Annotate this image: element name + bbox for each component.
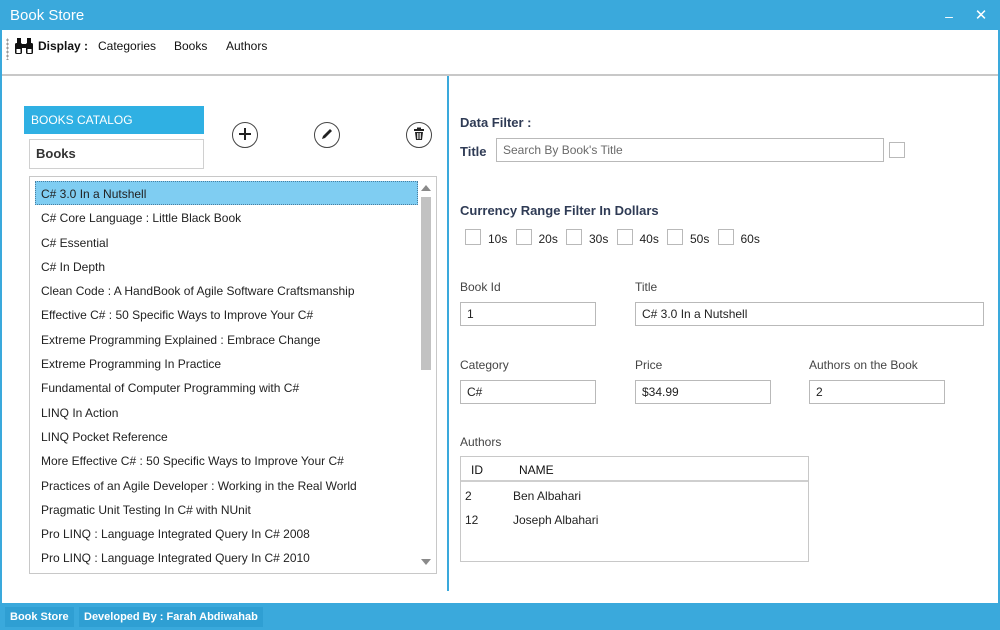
- list-item[interactable]: LINQ Pocket Reference: [35, 424, 418, 448]
- list-item[interactable]: More Effective C# : 50 Specific Ways to …: [35, 448, 418, 472]
- delete-book-button[interactable]: [406, 122, 432, 148]
- authors-link[interactable]: Authors: [226, 39, 267, 53]
- currency-filter-title: Currency Range Filter In Dollars: [460, 203, 659, 218]
- list-item[interactable]: Pro LINQ : Language Integrated Query In …: [35, 521, 418, 545]
- range-checkbox-10s[interactable]: [465, 229, 481, 245]
- range-label-30s: 30s: [589, 232, 609, 246]
- scroll-up-icon[interactable]: [421, 185, 431, 191]
- range-checkbox-20s[interactable]: [515, 229, 532, 245]
- status-bar: Book Store Developed By : Farah Abdiwaha…: [2, 603, 998, 628]
- add-icon: [238, 127, 252, 144]
- authors-table[interactable]: ID NAME 2 Ben Albahari 12 Joseph Albahar…: [460, 456, 809, 562]
- books-catalog-panel: BOOKS CATALOG Books C# 3.0 In a Nutshell…: [4, 76, 449, 591]
- books-label: Books: [29, 139, 204, 169]
- range-checkbox-30s[interactable]: [566, 229, 582, 245]
- status-app-name: Book Store: [5, 607, 74, 627]
- categories-link[interactable]: Categories: [98, 39, 156, 53]
- minimize-button[interactable]: –: [938, 6, 960, 26]
- app-window: Book Store – ✕ Display : Categories Book…: [0, 0, 1000, 630]
- close-button[interactable]: ✕: [970, 6, 992, 26]
- authors-count-label: Authors on the Book: [809, 358, 918, 372]
- list-item[interactable]: Fundamental of Computer Programming with…: [35, 375, 418, 399]
- display-label: Display :: [38, 39, 89, 53]
- books-list[interactable]: C# 3.0 In a Nutshell C# Core Language : L…: [29, 176, 437, 574]
- author-id-cell: 2: [465, 489, 472, 503]
- catalog-header: BOOKS CATALOG: [24, 106, 204, 134]
- edit-book-button[interactable]: [314, 122, 340, 148]
- scroll-down-icon[interactable]: [421, 559, 431, 565]
- title-filter-label: Title: [460, 144, 487, 159]
- list-item[interactable]: C# Essential: [35, 230, 418, 254]
- list-item[interactable]: Extreme Programming In Practice: [35, 351, 418, 375]
- range-label-20s: 20s: [538, 232, 558, 246]
- books-link[interactable]: Books: [174, 39, 207, 53]
- range-label-10s: 10s: [488, 232, 508, 246]
- price-field[interactable]: [635, 380, 771, 404]
- id-column-header[interactable]: ID: [471, 463, 483, 477]
- authors-count-field[interactable]: [809, 380, 945, 404]
- title-bar[interactable]: Book Store – ✕: [2, 2, 998, 30]
- author-name-cell: Joseph Albahari: [513, 513, 599, 527]
- window-title: Book Store: [10, 7, 85, 24]
- list-item[interactable]: Practices of an Agile Developer : Workin…: [35, 473, 418, 497]
- binoculars-icon: [14, 37, 34, 55]
- list-item[interactable]: Pro LINQ : Language Integrated Query In …: [35, 545, 418, 569]
- range-label-60s: 60s: [740, 232, 760, 246]
- book-id-field[interactable]: [460, 302, 596, 326]
- list-item[interactable]: Extreme Programming Explained : Embrace …: [35, 327, 418, 351]
- authors-label: Authors: [460, 435, 502, 449]
- book-id-label: Book Id: [460, 280, 501, 294]
- title-field[interactable]: [635, 302, 984, 326]
- table-row[interactable]: 2 Ben Albahari: [461, 484, 808, 508]
- status-developer: Developed By : Farah Abdiwahab: [79, 607, 263, 627]
- list-item[interactable]: C# In Depth: [35, 254, 418, 278]
- category-label: Category: [460, 358, 509, 372]
- range-label-40s: 40s: [639, 232, 659, 246]
- range-checkbox-50s[interactable]: [667, 229, 683, 245]
- list-item[interactable]: Pragmatic Unit Testing In C# with NUnit: [35, 497, 418, 521]
- list-item[interactable]: C# Core Language : Little Black Book: [35, 205, 418, 229]
- books-list-items: C# 3.0 In a Nutshell C# Core Language : L…: [35, 181, 418, 570]
- title-label: Title: [635, 280, 658, 294]
- books-list-scrollbar[interactable]: [419, 181, 433, 569]
- toolbar: Display : Categories Books Authors: [2, 30, 998, 76]
- delete-icon: [412, 127, 426, 144]
- edit-icon: [320, 127, 334, 144]
- range-checkbox-40s[interactable]: [616, 229, 633, 245]
- name-column-header[interactable]: NAME: [519, 463, 554, 477]
- scroll-thumb[interactable]: [421, 197, 431, 370]
- range-checkbox-60s[interactable]: [717, 229, 734, 245]
- book-details-panel: Data Filter : Title Currency Range Filte…: [451, 76, 998, 591]
- list-item[interactable]: LINQ In Action: [35, 400, 418, 424]
- add-book-button[interactable]: [232, 122, 258, 148]
- list-item[interactable]: Effective C# : 50 Specific Ways to Impro…: [35, 302, 418, 326]
- title-search-input[interactable]: [496, 138, 884, 162]
- table-row[interactable]: 12 Joseph Albahari: [461, 508, 808, 532]
- author-name-cell: Ben Albahari: [513, 489, 582, 503]
- price-label: Price: [635, 358, 663, 372]
- range-label-50s: 50s: [690, 232, 710, 246]
- data-filter-title: Data Filter :: [460, 115, 532, 130]
- category-field[interactable]: [460, 380, 596, 404]
- authors-table-header: ID NAME: [461, 457, 808, 482]
- author-id-cell: 12: [465, 513, 479, 527]
- title-filter-checkbox[interactable]: [889, 142, 905, 158]
- list-item[interactable]: Clean Code : A HandBook of Agile Softwar…: [35, 278, 418, 302]
- toolbar-grip[interactable]: [6, 38, 9, 60]
- list-item[interactable]: C# 3.0 In a Nutshell: [35, 181, 418, 206]
